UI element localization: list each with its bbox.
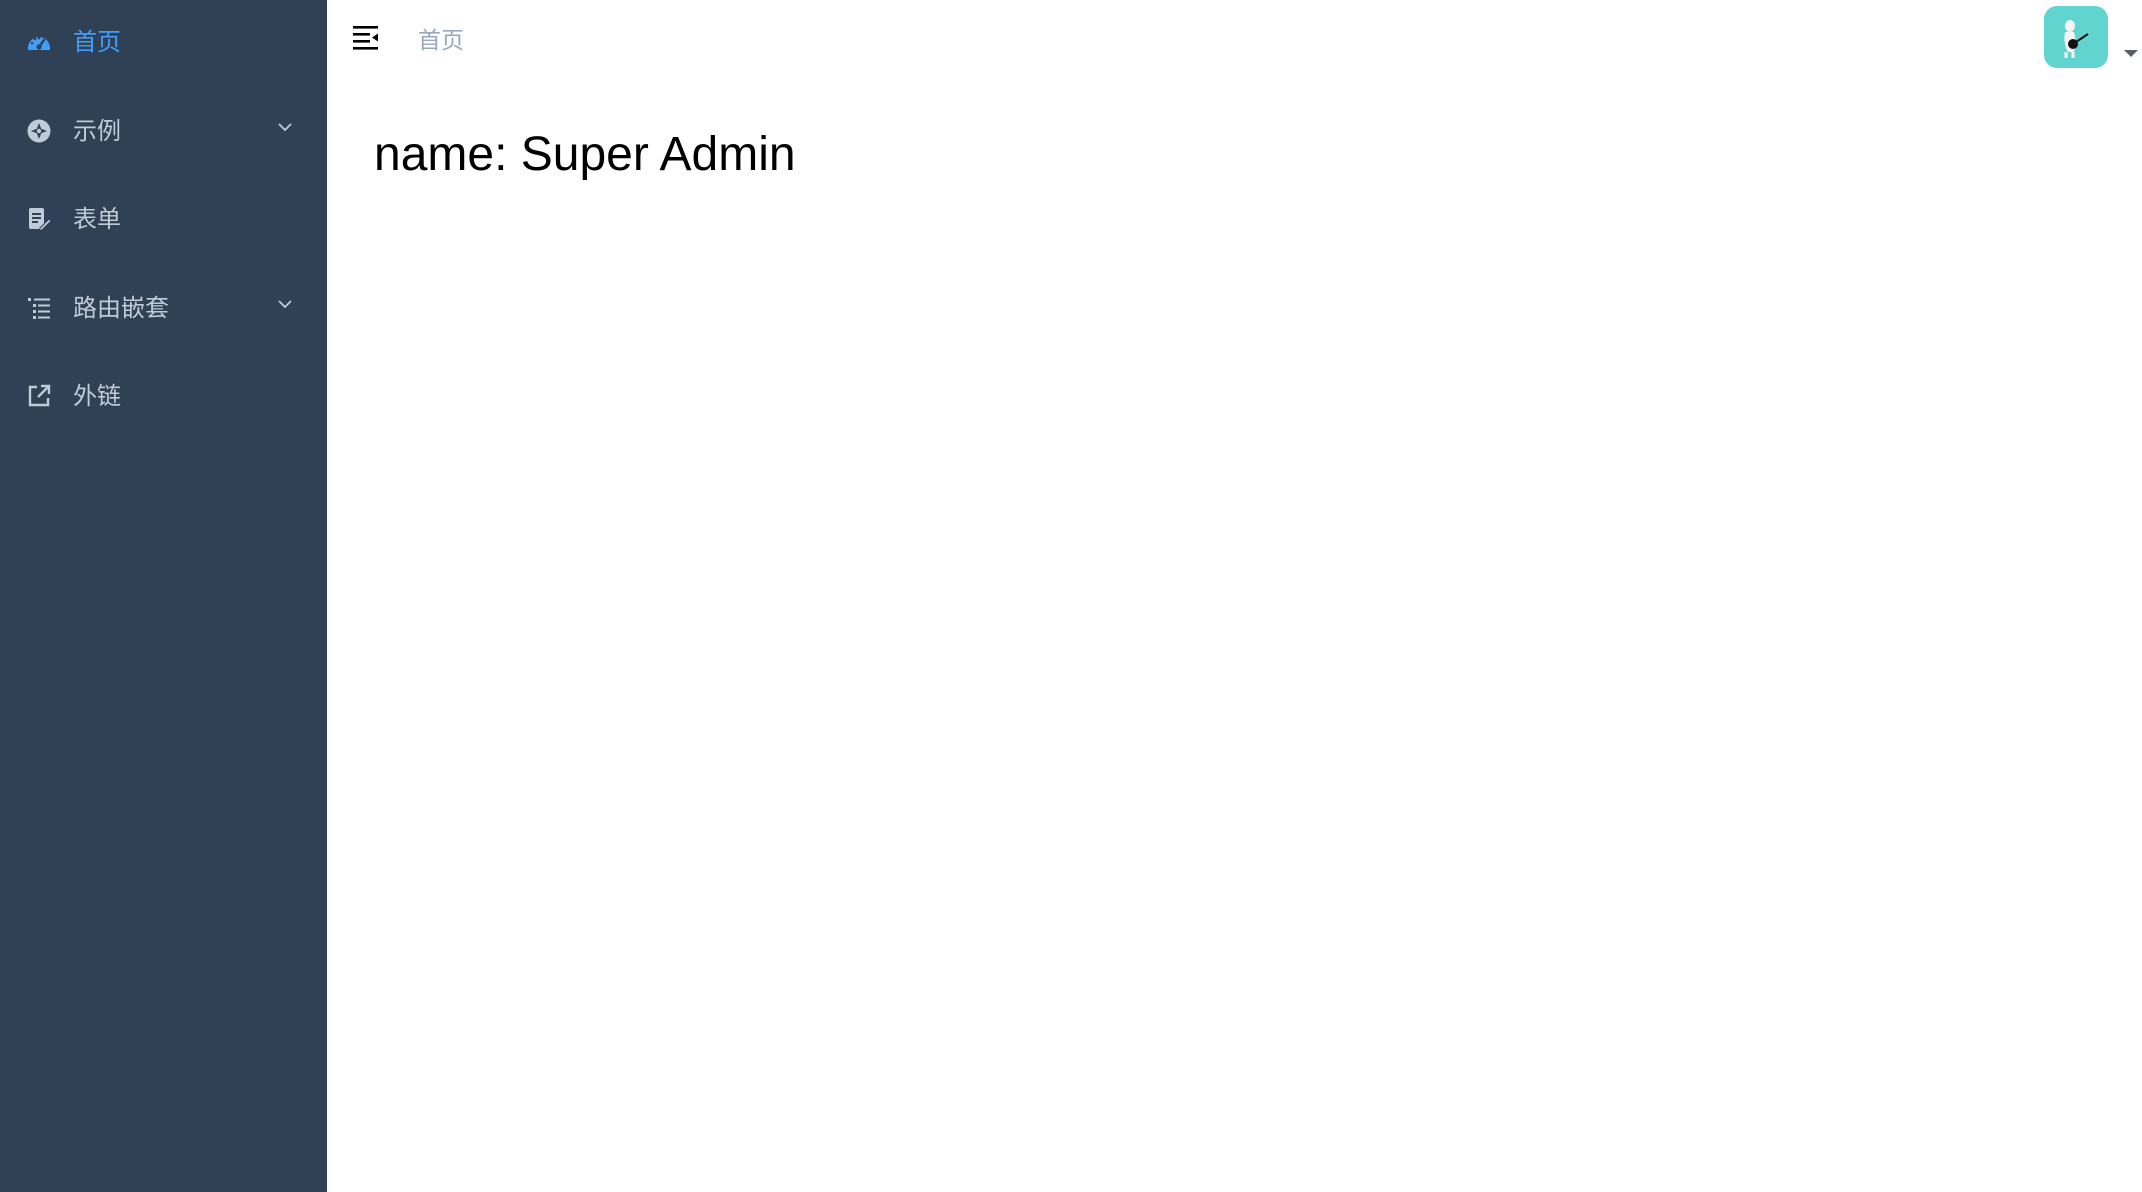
example-icon [25, 117, 53, 145]
nested-icon [25, 294, 53, 322]
sidebar-item-label: 表单 [73, 205, 121, 233]
sidebar-item-label: 路由嵌套 [73, 294, 169, 322]
main-content: name: Super Admin [327, 76, 2142, 1192]
sidebar-item-nested[interactable]: 路由嵌套 [0, 270, 327, 346]
sidebar-item-example[interactable]: 示例 [0, 93, 327, 169]
sidebar-item-label: 示例 [73, 117, 121, 145]
avatar[interactable] [2044, 6, 2108, 68]
app-root: 首页 示例 表单 路由嵌套 外链 首页 name: Super Admin [0, 0, 2142, 1192]
sidebar-item-home[interactable]: 首页 [0, 4, 327, 80]
caret-down-icon[interactable] [2124, 50, 2138, 57]
chevron-down-icon[interactable] [276, 295, 294, 313]
sidebar: 首页 示例 表单 路由嵌套 外链 [0, 0, 327, 1192]
chevron-down-icon[interactable] [276, 118, 294, 136]
form-icon [25, 205, 53, 233]
dashboard-icon [25, 28, 53, 56]
sidebar-item-label: 首页 [73, 28, 121, 56]
dashboard-text: name: Super Admin [374, 128, 796, 181]
sidebar-item-external-link[interactable]: 外链 [0, 358, 327, 434]
sidebar-item-label: 外链 [73, 382, 121, 410]
external-link-icon [25, 382, 53, 410]
breadcrumb: 首页 [418, 28, 464, 54]
sidebar-item-form[interactable]: 表单 [0, 181, 327, 257]
navbar: 首页 [327, 0, 2142, 76]
hamburger-icon[interactable] [351, 22, 381, 52]
avatar-icon [2064, 20, 2089, 58]
